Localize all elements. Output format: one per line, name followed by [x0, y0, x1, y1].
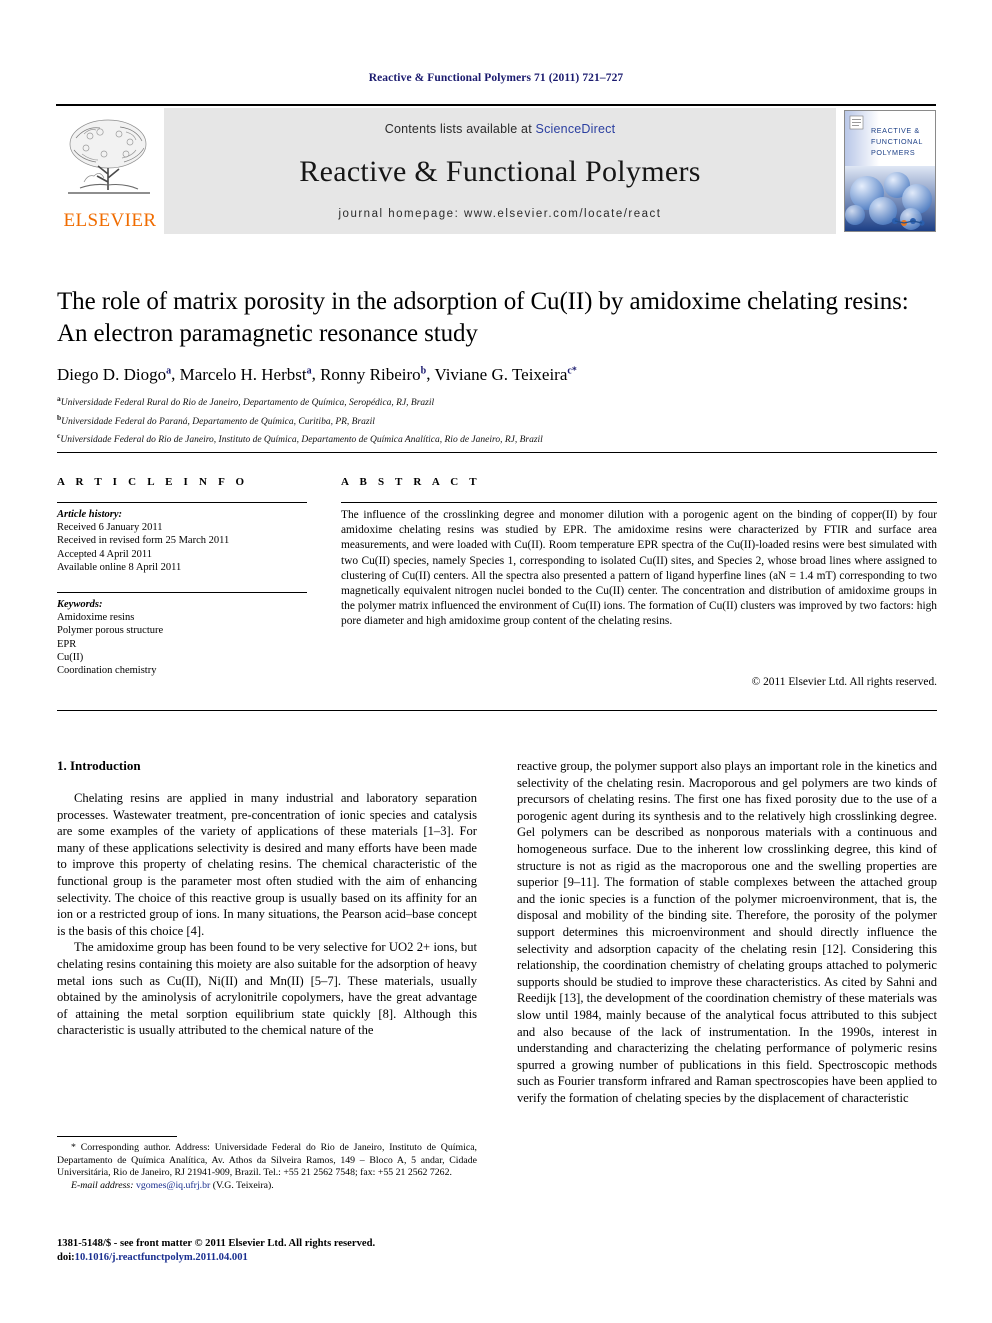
contents-prefix: Contents lists available at	[384, 122, 536, 136]
elsevier-logo: ELSEVIER	[56, 108, 164, 234]
affiliation-c: cUniversidade Federal do Rio de Janeiro,…	[57, 431, 543, 446]
divider-below-abstract	[57, 710, 937, 711]
body-column-left: 1. Introduction Chelating resins are app…	[57, 758, 477, 1039]
svg-text:POLYMERS: POLYMERS	[871, 148, 915, 157]
author-1: Diego D. Diogoa	[57, 364, 172, 384]
divider-info-history	[57, 502, 307, 503]
masthead-center-band: Contents lists available at ScienceDirec…	[164, 108, 836, 234]
abstract-copyright: © 2011 Elsevier Ltd. All rights reserved…	[751, 676, 937, 688]
keyword-item: Coordination chemistry	[57, 665, 157, 677]
journal-masthead: ELSEVIER Contents lists available at Sci…	[56, 104, 936, 234]
author-3: Ronny Ribeirob	[320, 364, 427, 384]
elsevier-wordmark: ELSEVIER	[63, 210, 157, 231]
abstract-text: The influence of the crosslinking degree…	[341, 509, 937, 628]
svg-text:REACTIVE &: REACTIVE &	[871, 126, 920, 135]
email-label: E-mail address:	[71, 1179, 134, 1191]
keyword-item: Amidoxime resins	[57, 612, 135, 624]
abstract-heading: A B S T R A C T	[341, 476, 481, 488]
affiliation-a: aUniversidade Federal Rural do Rio de Ja…	[57, 394, 435, 409]
body-column-right: reactive group, the polymer support also…	[517, 758, 937, 1106]
divider-above-info	[57, 452, 937, 453]
keywords-block: Keywords: Amidoxime resins Polymer porou…	[57, 598, 312, 677]
footnote-marker: *	[71, 1142, 76, 1153]
sciencedirect-link[interactable]: ScienceDirect	[536, 122, 616, 136]
article-info-heading: A R T I C L E I N F O	[57, 476, 249, 488]
divider-footnote	[57, 1136, 177, 1137]
author-3-affiliation-marker: b	[420, 365, 427, 376]
author-4-affiliation-marker: c*	[567, 365, 577, 376]
section-heading-introduction: 1. Introduction	[57, 758, 141, 773]
corresponding-author-marker: *	[571, 365, 577, 376]
doi-link[interactable]: 10.1016/j.reactfunctpolym.2011.04.001	[75, 1252, 248, 1263]
journal-title: Reactive & Functional Polymers	[299, 155, 701, 188]
affiliation-b: bUniversidade Federal do Paraná, Departa…	[57, 412, 375, 427]
paragraph: reactive group, the polymer support also…	[517, 759, 937, 1105]
article-history-label: Article history:	[57, 509, 123, 520]
divider-info-keywords	[57, 592, 307, 593]
keyword-item: EPR	[57, 638, 77, 650]
affiliation-list: aUniversidade Federal Rural do Rio de Ja…	[57, 392, 937, 448]
footnote-email-line: E-mail address: vgomes@iq.ufrj.br (V.G. …	[57, 1180, 477, 1193]
email-link[interactable]: vgomes@iq.ufrj.br	[136, 1180, 210, 1191]
author-2: Marcelo H. Herbsta	[179, 364, 312, 384]
paragraph: The amidoxime group has been found to be…	[57, 940, 477, 1038]
colophon: 1381-5148/$ - see front matter © 2011 El…	[57, 1237, 517, 1264]
footnote-body: * Corresponding author. Address: Univers…	[57, 1142, 477, 1180]
journal-homepage-link[interactable]: journal homepage: www.elsevier.com/locat…	[164, 208, 836, 220]
issn-copyright-line: 1381-5148/$ - see front matter © 2011 El…	[57, 1238, 376, 1249]
email-owner: (V.G. Teixeira).	[212, 1179, 274, 1191]
svg-text:FUNCTIONAL: FUNCTIONAL	[871, 137, 923, 146]
paragraph: Chelating resins are applied in many ind…	[57, 791, 477, 938]
corresponding-author-footnote: * Corresponding author. Address: Univers…	[57, 1142, 477, 1192]
author-2-affiliation-marker: a	[306, 365, 312, 376]
keyword-item: Polymer porous structure	[57, 625, 164, 637]
article-history-item: Received 6 January 2011	[57, 522, 163, 534]
doi-label: doi:	[57, 1251, 75, 1263]
author-1-affiliation-marker: a	[166, 365, 172, 376]
cover-art-icon: REACTIVE & FUNCTIONAL POLYMERS	[845, 111, 935, 231]
keywords-label: Keywords:	[57, 599, 103, 610]
article-history-block: Article history: Received 6 January 2011…	[57, 508, 312, 574]
author-4: Viviane G. Teixeirac*	[434, 364, 577, 384]
keyword-item: Cu(II)	[57, 651, 84, 663]
footnote-address: Corresponding author. Address: Universid…	[57, 1142, 477, 1179]
doi-line: doi:10.1016/j.reactfunctpolym.2011.04.00…	[57, 1251, 517, 1265]
article-history-item: Received in revised form 25 March 2011	[57, 535, 230, 547]
page-title: The role of matrix porosity in the adsor…	[57, 288, 909, 347]
article-history-item: Available online 8 April 2011	[57, 561, 182, 573]
article-history-item: Accepted 4 April 2011	[57, 548, 152, 560]
journal-cover-thumbnail: REACTIVE & FUNCTIONAL POLYMERS	[836, 108, 936, 234]
journal-article-page: Reactive & Functional Polymers 71 (2011)…	[0, 0, 992, 1323]
elsevier-tree-icon	[68, 119, 150, 194]
running-head: Reactive & Functional Polymers 71 (2011)…	[368, 72, 624, 84]
author-list: Diego D. Diogoa, Marcelo H. Herbsta, Ron…	[57, 364, 577, 384]
divider-abstract	[341, 502, 937, 503]
contents-lists-line: Contents lists available at ScienceDirec…	[164, 122, 836, 136]
